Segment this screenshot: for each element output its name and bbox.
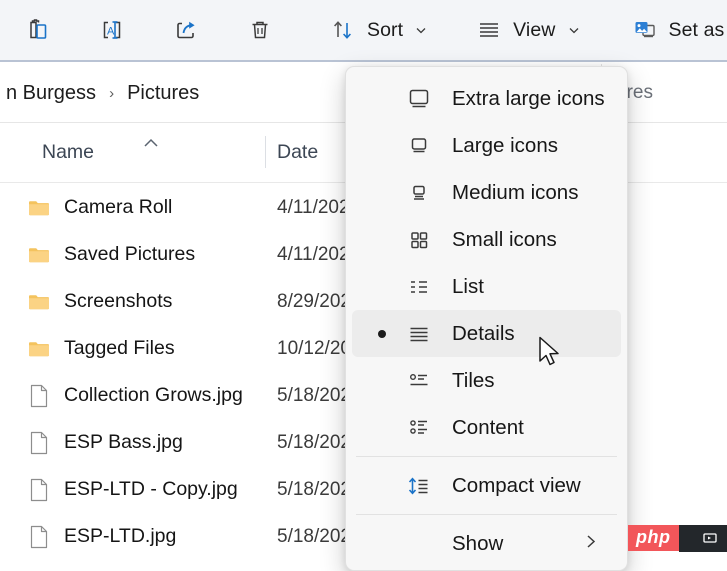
view-dropdown-menu[interactable]: Extra large icons Large icons Medium icons… bbox=[345, 66, 628, 571]
column-header-name[interactable]: Name bbox=[42, 141, 94, 164]
menu-item-large-icons[interactable]: Large icons bbox=[352, 122, 621, 169]
monitor-lg-icon bbox=[406, 133, 432, 159]
tiles-icon bbox=[406, 368, 432, 394]
toolbar: A bbox=[0, 0, 727, 62]
menu-separator bbox=[356, 456, 617, 457]
file-date: 4/11/202 bbox=[277, 244, 350, 266]
delete-button[interactable] bbox=[234, 8, 286, 52]
selected-radio-dot bbox=[378, 330, 386, 338]
sort-button[interactable]: Sort bbox=[317, 8, 439, 52]
file-icon bbox=[24, 478, 54, 502]
file-name: ESP Bass.jpg bbox=[64, 431, 183, 454]
view-label: View bbox=[513, 19, 555, 42]
menu-item-tiles[interactable]: Tiles bbox=[352, 357, 621, 404]
share-button[interactable] bbox=[160, 8, 212, 52]
file-date: 5/18/202 bbox=[277, 432, 351, 454]
file-icon bbox=[24, 384, 54, 408]
grid-small-icon bbox=[406, 227, 432, 253]
view-button[interactable]: View bbox=[463, 8, 591, 52]
file-date: 4/11/202 bbox=[277, 197, 350, 219]
file-name: ESP-LTD.jpg bbox=[64, 525, 176, 548]
menu-item-label: Small icons bbox=[452, 228, 557, 252]
view-icon bbox=[474, 15, 504, 45]
monitor-md-icon bbox=[406, 180, 432, 206]
file-name: Tagged Files bbox=[64, 337, 175, 360]
file-name: ESP-LTD - Copy.jpg bbox=[64, 478, 238, 501]
breadcrumb-item-pictures[interactable]: Pictures bbox=[121, 78, 205, 109]
menu-item-label: Content bbox=[452, 416, 524, 440]
menu-item-list[interactable]: List bbox=[352, 263, 621, 310]
chevron-down-icon bbox=[414, 23, 428, 37]
menu-separator bbox=[356, 514, 617, 515]
file-date: 5/18/202 bbox=[277, 479, 351, 501]
menu-item-label: List bbox=[452, 275, 484, 299]
file-date: 5/18/202 bbox=[277, 526, 351, 548]
file-date: 8/29/202 bbox=[277, 291, 351, 313]
list-icon bbox=[406, 274, 432, 300]
menu-item-label: Compact view bbox=[452, 474, 581, 498]
file-icon bbox=[24, 431, 54, 455]
breadcrumb: n Burgess › Pictures bbox=[0, 78, 205, 109]
column-header-date[interactable]: Date bbox=[277, 141, 318, 164]
delete-icon bbox=[245, 15, 275, 45]
menu-item-small-icons[interactable]: Small icons bbox=[352, 216, 621, 263]
menu-item-label: Tiles bbox=[452, 369, 495, 393]
column-divider bbox=[265, 136, 266, 168]
svg-text:A: A bbox=[107, 26, 115, 38]
file-explorer-window: A bbox=[0, 0, 727, 571]
file-name: Screenshots bbox=[64, 290, 172, 313]
paste-button[interactable] bbox=[12, 8, 64, 52]
content-icon bbox=[406, 415, 432, 441]
rename-icon: A bbox=[97, 15, 127, 45]
menu-item-compact-view[interactable]: Compact view bbox=[352, 462, 621, 509]
sort-label: Sort bbox=[367, 19, 403, 42]
sort-icon bbox=[328, 15, 358, 45]
menu-item-show[interactable]: Show bbox=[352, 520, 621, 567]
breadcrumb-separator-icon: › bbox=[102, 85, 121, 102]
file-name: Collection Grows.jpg bbox=[64, 384, 243, 407]
menu-item-label: Show bbox=[452, 532, 503, 556]
file-date: 10/12/20 bbox=[277, 338, 351, 360]
file-name: Saved Pictures bbox=[64, 243, 195, 266]
php-watermark: php bbox=[628, 523, 727, 553]
share-icon bbox=[171, 15, 201, 45]
file-name: Camera Roll bbox=[64, 196, 172, 219]
chevron-right-icon bbox=[583, 532, 599, 555]
set-as-background-icon bbox=[630, 15, 660, 45]
menu-item-label: Details bbox=[452, 322, 515, 346]
menu-item-label: Large icons bbox=[452, 134, 558, 158]
set-as-background-label: Set as backg bbox=[669, 19, 727, 42]
file-date: 5/18/202 bbox=[277, 385, 351, 407]
compact-view-icon bbox=[406, 473, 432, 499]
file-icon bbox=[24, 525, 54, 549]
monitor-xl-icon bbox=[406, 86, 432, 112]
menu-item-medium-icons[interactable]: Medium icons bbox=[352, 169, 621, 216]
folder-icon bbox=[24, 198, 54, 218]
sort-ascending-icon bbox=[141, 136, 161, 154]
menu-item-details[interactable]: Details bbox=[352, 310, 621, 357]
menu-item-extra-large-icons[interactable]: Extra large icons bbox=[352, 75, 621, 122]
menu-item-label: Extra large icons bbox=[452, 87, 605, 111]
set-as-background-button[interactable]: Set as backg bbox=[619, 8, 727, 52]
rename-button[interactable]: A bbox=[86, 8, 138, 52]
folder-icon bbox=[24, 245, 54, 265]
folder-icon bbox=[24, 339, 54, 359]
folder-icon bbox=[24, 292, 54, 312]
breadcrumb-item-user[interactable]: n Burgess bbox=[0, 78, 102, 109]
paste-icon bbox=[23, 15, 53, 45]
php-watermark-dark-block bbox=[679, 525, 727, 552]
menu-item-content[interactable]: Content bbox=[352, 404, 621, 451]
php-badge-label: php bbox=[628, 525, 679, 551]
details-icon bbox=[406, 321, 432, 347]
menu-item-label: Medium icons bbox=[452, 181, 578, 205]
chevron-down-icon bbox=[567, 23, 581, 37]
